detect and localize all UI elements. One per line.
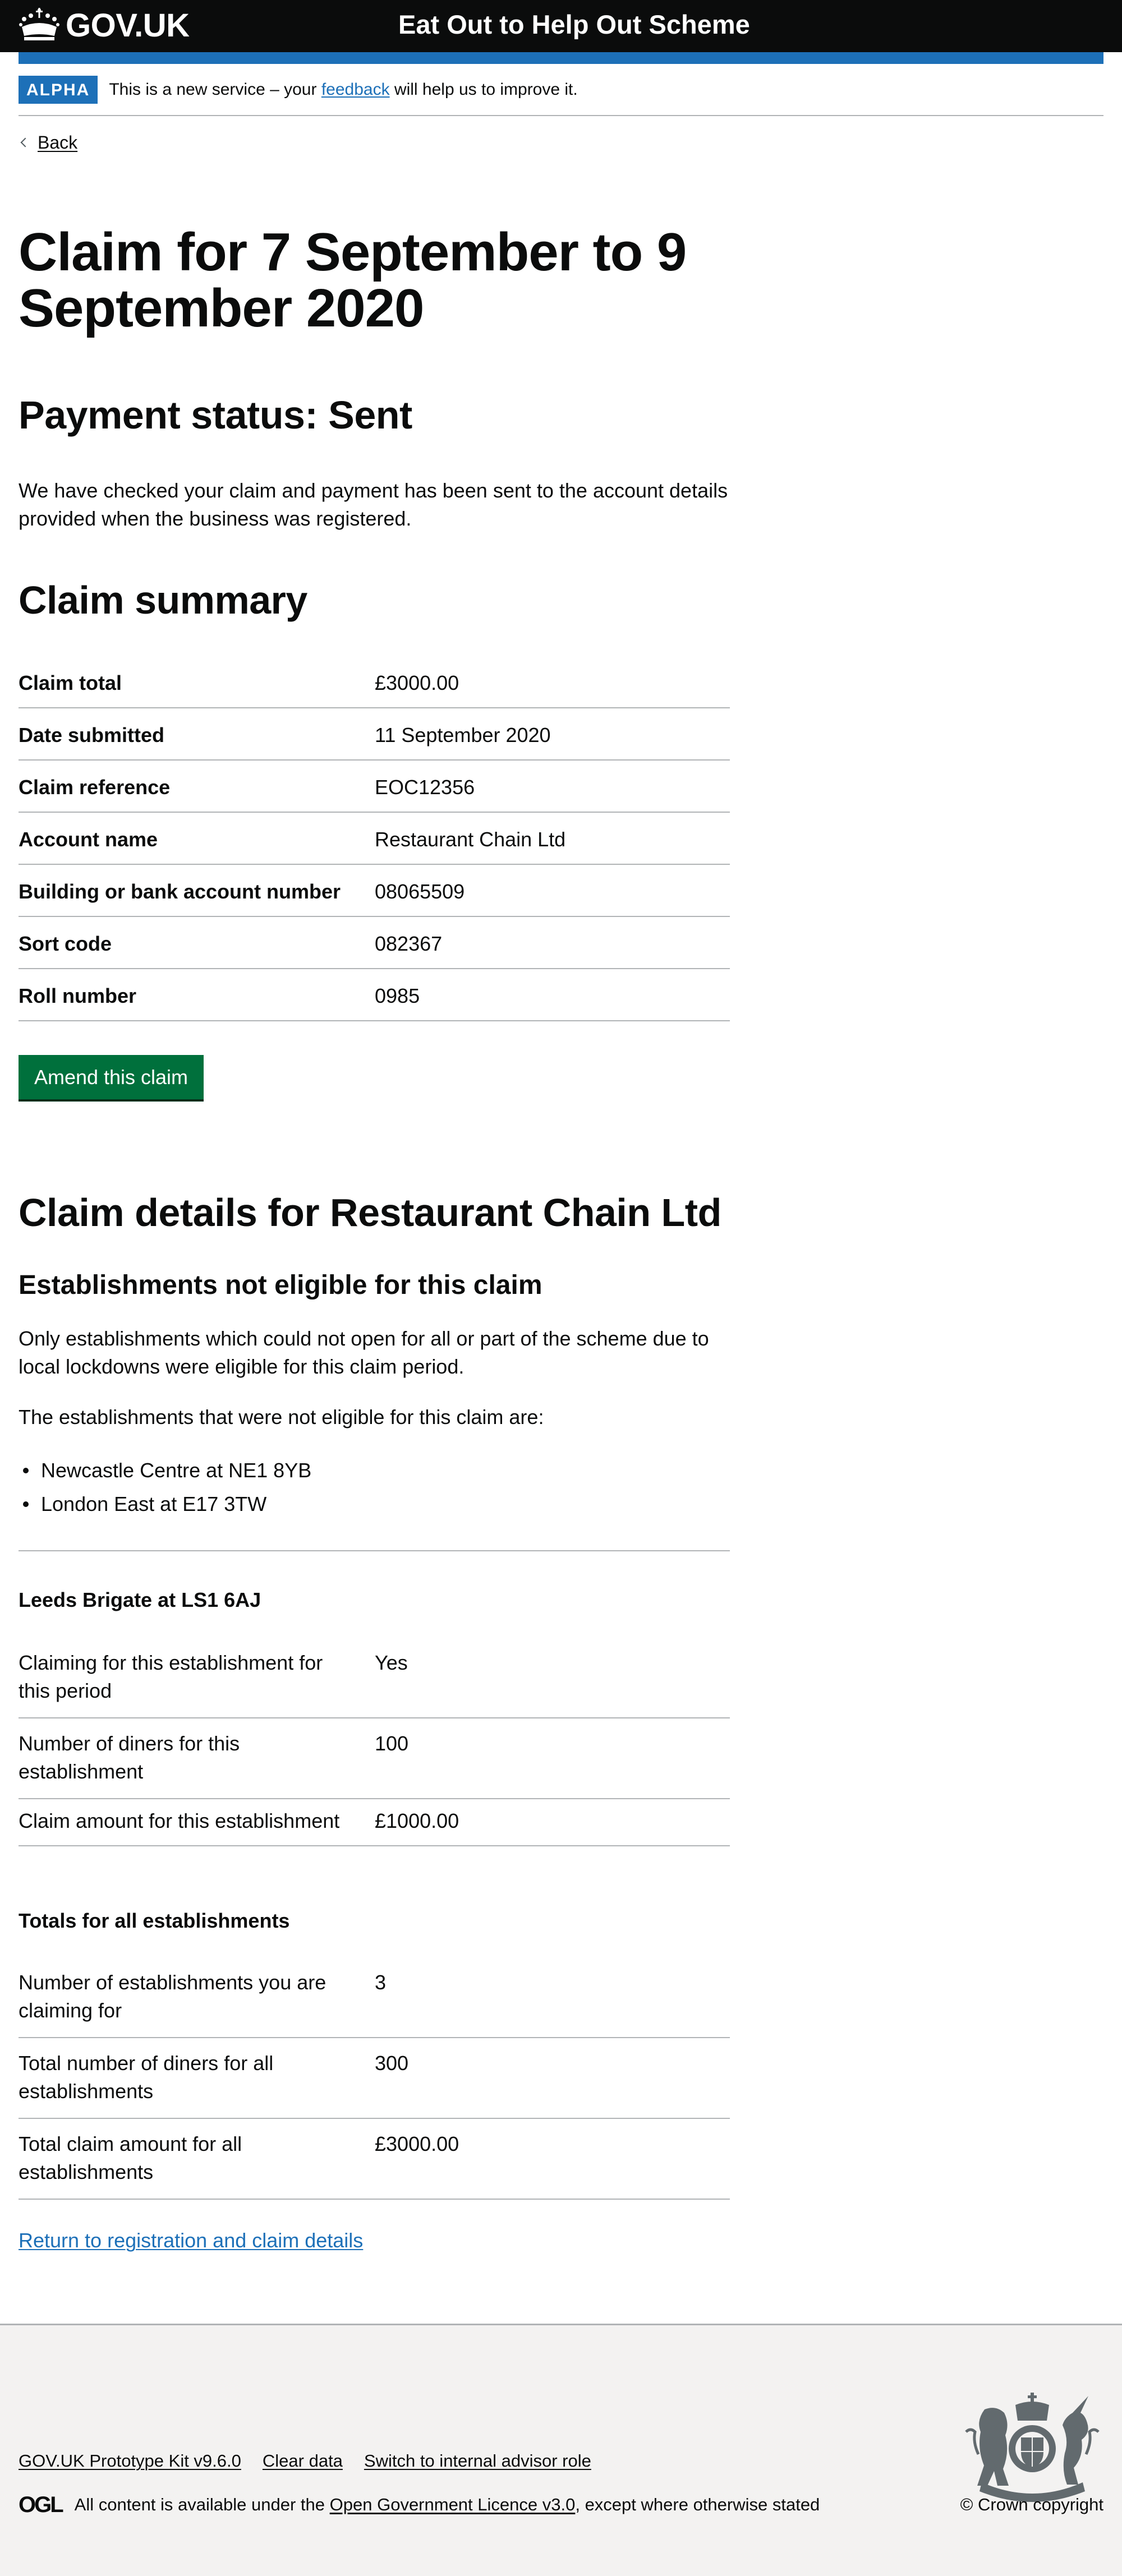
page: GOV.UK Eat Out to Help Out Scheme ALPHA … xyxy=(0,0,1122,2324)
establishment-heading: Leeds Brigate at LS1 6AJ xyxy=(19,1588,261,1611)
summary-row-total-claim-amount: Total claim amount for all establishment… xyxy=(19,2119,730,2200)
footer-link-switch-role[interactable]: Switch to internal advisor role xyxy=(364,2450,591,2472)
summary-key: Sort code xyxy=(19,932,112,955)
crown-icon xyxy=(19,7,60,44)
licence-text-before: All content is available under the xyxy=(74,2495,325,2514)
summary-key: Building or bank account number xyxy=(19,879,341,903)
chevron-left-icon xyxy=(20,137,30,148)
summary-value: 08065509 xyxy=(375,879,465,903)
claim-summary-list: Claim total £3000.00 Date submitted 11 S… xyxy=(19,656,730,1021)
footer-link-prototype-kit[interactable]: GOV.UK Prototype Kit v9.6.0 xyxy=(19,2450,241,2472)
service-name-link[interactable]: Eat Out to Help Out Scheme xyxy=(398,8,750,42)
govuk-logo-link[interactable]: GOV.UK xyxy=(19,7,190,44)
summary-key: Claim total xyxy=(19,671,122,694)
summary-value: EOC12356 xyxy=(375,775,475,799)
header-blue-bar xyxy=(19,52,1103,64)
summary-row-establishments-count: Number of establishments you are claimin… xyxy=(19,1957,730,2038)
summary-key: Claiming for this establishment for this… xyxy=(19,1651,323,1702)
totals-summary-list: Number of establishments you are claimin… xyxy=(19,1957,730,2200)
back-link[interactable]: Back xyxy=(38,130,77,155)
summary-row-claim-reference: Claim reference EOC12356 xyxy=(19,761,730,813)
summary-value: £3000.00 xyxy=(375,671,459,694)
list-item: London East at E17 3TW xyxy=(19,1487,311,1521)
summary-key: Claim amount for this establishment xyxy=(19,1809,340,1832)
footer-links: GOV.UK Prototype Kit v9.6.0 Clear data S… xyxy=(19,2450,591,2472)
page-title: Claim for 7 September to 9 September 202… xyxy=(19,222,687,338)
royal-coat-of-arms-icon xyxy=(959,2393,1105,2510)
licence-text-after: , except where otherwise stated xyxy=(575,2495,820,2514)
phase-text-before: This is a new service – your xyxy=(109,80,321,99)
phase-banner-text: This is a new service – your feedback wi… xyxy=(109,76,577,104)
summary-key: Total number of diners for all establish… xyxy=(19,2052,274,2103)
summary-row-date-submitted: Date submitted 11 September 2020 xyxy=(19,708,730,761)
summary-key: Number of establishments you are claimin… xyxy=(19,1971,327,2022)
claim-summary-heading: Claim summary xyxy=(19,578,307,622)
summary-value: 100 xyxy=(375,1732,409,1755)
summary-value: 300 xyxy=(375,2052,409,2075)
summary-key: Number of diners for this establishment xyxy=(19,1732,240,1783)
licence-statement: OGL All content is available under the O… xyxy=(19,2494,820,2516)
phase-tag: ALPHA xyxy=(19,76,98,104)
summary-value: 0985 xyxy=(375,984,420,1007)
summary-row-diners: Number of diners for this establishment … xyxy=(19,1718,730,1799)
licence-link[interactable]: Open Government Licence v3.0 xyxy=(330,2494,576,2516)
summary-value: 3 xyxy=(375,1971,387,1994)
summary-key: Account name xyxy=(19,827,158,851)
footer-link-clear-data[interactable]: Clear data xyxy=(263,2450,343,2472)
site-header: GOV.UK Eat Out to Help Out Scheme xyxy=(0,0,1122,52)
not-eligible-heading: Establishments not eligible for this cla… xyxy=(19,1270,542,1300)
summary-key: Date submitted xyxy=(19,723,165,746)
summary-row-sort-code: Sort code 082367 xyxy=(19,917,730,969)
return-link[interactable]: Return to registration and claim details xyxy=(19,2227,363,2255)
phase-text-after: will help us to improve it. xyxy=(389,80,578,99)
summary-value: £3000.00 xyxy=(375,2132,459,2155)
totals-heading: Totals for all establishments xyxy=(19,1909,290,1932)
summary-row-claim-amount: Claim amount for this establishment £100… xyxy=(19,1799,730,1846)
feedback-link[interactable]: feedback xyxy=(321,80,390,99)
claim-details-heading: Claim details for Restaurant Chain Ltd xyxy=(19,1191,721,1234)
summary-value: Restaurant Chain Ltd xyxy=(375,827,566,851)
summary-row-roll-number: Roll number 0985 xyxy=(19,969,730,1021)
back-link-container: Back xyxy=(19,130,77,155)
summary-value: Yes xyxy=(375,1651,408,1674)
establishment-summary-list: Claiming for this establishment for this… xyxy=(19,1638,730,1846)
amend-claim-button[interactable]: Amend this claim xyxy=(19,1055,204,1099)
summary-value: 082367 xyxy=(375,932,443,955)
summary-row-claiming: Claiming for this establishment for this… xyxy=(19,1638,730,1718)
payment-status-body: We have checked your claim and payment h… xyxy=(19,479,728,530)
summary-key: Claim reference xyxy=(19,775,171,799)
not-eligible-list: Newcastle Centre at NE1 8YB London East … xyxy=(19,1454,311,1521)
phase-banner: ALPHA This is a new service – your feedb… xyxy=(19,76,1103,116)
crown-copyright-link[interactable]: © Crown copyright xyxy=(960,2494,1103,2516)
logo-text: GOV.UK xyxy=(66,7,190,44)
site-footer: GOV.UK Prototype Kit v9.6.0 Clear data S… xyxy=(0,2324,1122,2576)
not-eligible-intro: Only establishments which could not open… xyxy=(19,1327,709,1378)
summary-row-claim-total: Claim total £3000.00 xyxy=(19,656,730,708)
payment-status-heading: Payment status: Sent xyxy=(19,393,412,437)
list-item: Newcastle Centre at NE1 8YB xyxy=(19,1454,311,1487)
summary-key: Total claim amount for all establishment… xyxy=(19,2132,242,2183)
not-eligible-list-intro: The establishments that were not eligibl… xyxy=(19,1405,544,1428)
summary-row-account-name: Account name Restaurant Chain Ltd xyxy=(19,813,730,865)
section-divider xyxy=(19,1550,730,1551)
summary-row-account-number: Building or bank account number 08065509 xyxy=(19,865,730,917)
ogl-logo-icon: OGL xyxy=(19,2492,64,2517)
summary-value: £1000.00 xyxy=(375,1809,459,1832)
summary-value: 11 September 2020 xyxy=(375,723,551,746)
summary-row-total-diners: Total number of diners for all establish… xyxy=(19,2038,730,2119)
summary-key: Roll number xyxy=(19,984,137,1007)
